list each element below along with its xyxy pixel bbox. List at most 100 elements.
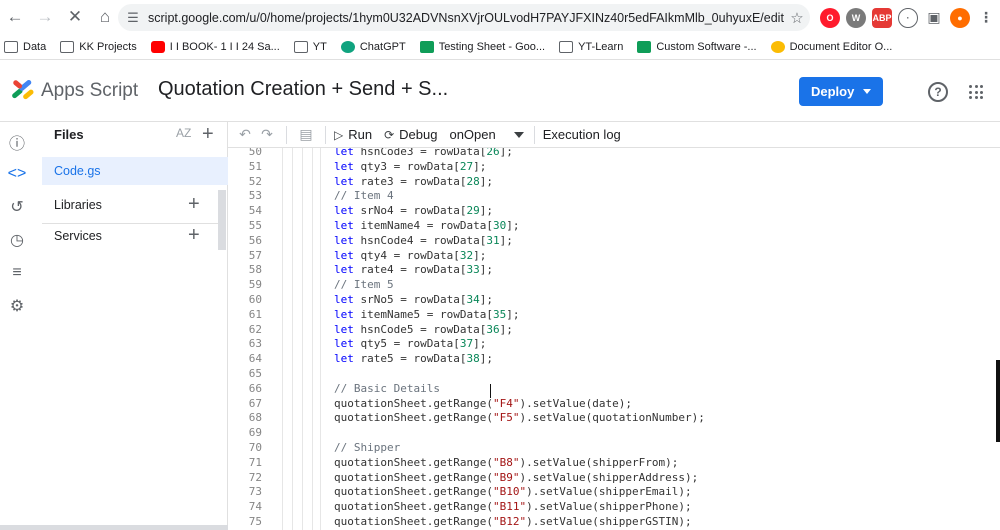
bookmark-yt-learn[interactable]: YT-Learn	[559, 40, 623, 53]
code-line[interactable]: 70 // Shipper	[228, 441, 1000, 456]
code-line[interactable]: 61 let itemName5 = rowData[35];	[228, 308, 1000, 323]
code-line[interactable]: 68 quotationSheet.getRange("F5").setValue…	[228, 411, 1000, 426]
profile-avatar-icon[interactable]: ●	[950, 7, 970, 28]
adblock-icon[interactable]: ABP	[872, 7, 892, 28]
files-scrollbar[interactable]	[218, 190, 226, 250]
home-icon[interactable]: ⌂	[90, 2, 120, 32]
forward-arrow-icon[interactable]: →	[30, 2, 60, 32]
file-item-code-gs[interactable]: Code.gs	[42, 157, 228, 185]
code-line[interactable]: 74 quotationSheet.getRange("B11").setValu…	[228, 500, 1000, 515]
code-line[interactable]: 62 let hsnCode5 = rowData[36];	[228, 323, 1000, 338]
execution-log-button[interactable]: Execution log	[543, 127, 621, 142]
overview-info-icon[interactable]: ⓘ	[0, 127, 34, 157]
settings-gear-icon[interactable]: ⚙	[0, 291, 34, 321]
editor-code-icon[interactable]: <>	[0, 159, 34, 189]
code-text[interactable]: let qty3 = rowData[27];	[334, 160, 486, 175]
code-line[interactable]: 60 let srNo5 = rowData[34];	[228, 293, 1000, 308]
extension-circle-icon[interactable]: ·	[898, 7, 918, 28]
code-text[interactable]: let hsnCode5 = rowData[36];	[334, 323, 513, 338]
code-line[interactable]: 52 let rate3 = rowData[28];	[228, 175, 1000, 190]
code-line[interactable]: 53 // Item 4	[228, 189, 1000, 204]
bookmark-document-editor[interactable]: Document Editor O...	[770, 40, 892, 53]
code-line[interactable]: 66 // Basic Details	[228, 382, 1000, 397]
code-text[interactable]: quotationSheet.getRange("F5").setValue(q…	[334, 411, 705, 426]
stop-loading-icon[interactable]: ✕	[60, 2, 90, 32]
site-info-icon[interactable]: ☰	[118, 10, 148, 26]
app-name[interactable]: Apps Script	[41, 80, 138, 102]
code-line[interactable]: 59 // Item 5	[228, 278, 1000, 293]
bookmark-custom-software[interactable]: Custom Software -...	[637, 40, 757, 53]
run-button[interactable]: ▷ Run	[334, 127, 372, 142]
libraries-label[interactable]: Libraries	[54, 198, 102, 212]
code-line[interactable]: 67 quotationSheet.getRange("F4").setValue…	[228, 397, 1000, 412]
code-line[interactable]: 71 quotationSheet.getRange("B8").setValue…	[228, 456, 1000, 471]
code-text[interactable]: let rate3 = rowData[28];	[334, 175, 493, 190]
code-text[interactable]: // Basic Details	[334, 382, 440, 397]
url-text[interactable]: script.google.com/u/0/home/projects/1hym…	[148, 11, 784, 25]
code-text[interactable]: quotationSheet.getRange("B12").setValue(…	[334, 515, 692, 530]
back-arrow-icon[interactable]: ←	[0, 2, 30, 32]
code-line[interactable]: 73 quotationSheet.getRange("B10").setValu…	[228, 485, 1000, 500]
code-line[interactable]: 63 let qty5 = rowData[37];	[228, 337, 1000, 352]
code-text[interactable]: // Item 4	[334, 189, 394, 204]
google-apps-icon[interactable]	[969, 85, 983, 99]
code-text[interactable]: quotationSheet.getRange("F4").setValue(d…	[334, 397, 632, 412]
wordpress-icon[interactable]: W	[846, 7, 866, 28]
code-text[interactable]: // Shipper	[334, 441, 400, 456]
address-bar[interactable]: ☰ script.google.com/u/0/home/projects/1h…	[118, 4, 810, 31]
function-select[interactable]: onOpen	[449, 127, 524, 142]
chrome-menu-icon[interactable]: ⋮	[976, 7, 996, 28]
code-line[interactable]: 65	[228, 367, 1000, 382]
bookmark-testing-sheet[interactable]: Testing Sheet - Goo...	[419, 40, 545, 53]
bookmark-book[interactable]: I I BOOK- 1 I I 24 Sa...	[150, 40, 280, 53]
code-line[interactable]: 57 let qty4 = rowData[32];	[228, 249, 1000, 264]
code-text[interactable]: let hsnCode4 = rowData[31];	[334, 234, 513, 249]
add-library-icon[interactable]: +	[188, 194, 200, 214]
code-text[interactable]: let rate4 = rowData[33];	[334, 263, 493, 278]
code-line[interactable]: 51 let qty3 = rowData[27];	[228, 160, 1000, 175]
code-line[interactable]: 75 quotationSheet.getRange("B12").setValu…	[228, 515, 1000, 530]
bookmark-yt[interactable]: YT	[293, 40, 327, 53]
code-line[interactable]: 72 quotationSheet.getRange("B9").setValue…	[228, 471, 1000, 486]
debug-button[interactable]: ⟳ Debug	[384, 127, 437, 142]
code-line[interactable]: 56 let hsnCode4 = rowData[31];	[228, 234, 1000, 249]
add-service-icon[interactable]: +	[188, 225, 200, 245]
code-text[interactable]: let srNo4 = rowData[29];	[334, 204, 493, 219]
project-title[interactable]: Quotation Creation + Send + S...	[158, 78, 448, 101]
apps-script-logo-icon[interactable]	[10, 79, 36, 103]
puzzle-extensions-icon[interactable]: ▣	[924, 7, 944, 28]
code-text[interactable]: quotationSheet.getRange("B11").setValue(…	[334, 500, 692, 515]
code-line[interactable]: 54 let srNo4 = rowData[29];	[228, 204, 1000, 219]
bookmark-chatgpt[interactable]: ChatGPT	[340, 40, 406, 53]
code-line[interactable]: 64 let rate5 = rowData[38];	[228, 352, 1000, 367]
code-text[interactable]: let itemName5 = rowData[35];	[334, 308, 519, 323]
code-text[interactable]: quotationSheet.getRange("B9").setValue(s…	[334, 471, 698, 486]
code-line[interactable]: 58 let rate4 = rowData[33];	[228, 263, 1000, 278]
code-text[interactable]: quotationSheet.getRange("B8").setValue(s…	[334, 456, 678, 471]
code-text[interactable]: // Item 5	[334, 278, 394, 293]
opera-icon[interactable]: O	[820, 7, 840, 28]
sort-files-icon[interactable]: AZ	[176, 126, 191, 140]
redo-icon[interactable]: ↷	[256, 126, 278, 143]
code-text[interactable]: let srNo5 = rowData[34];	[334, 293, 493, 308]
bookmark-kk-projects[interactable]: KK Projects	[60, 40, 137, 53]
code-text[interactable]: let hsnCode3 = rowData[26];	[334, 148, 513, 160]
bookmark-star-icon[interactable]: ☆	[784, 9, 810, 27]
services-label[interactable]: Services	[54, 229, 102, 243]
code-line[interactable]: 50 let hsnCode3 = rowData[26];	[228, 148, 1000, 160]
help-icon[interactable]: ?	[928, 82, 948, 102]
add-file-icon[interactable]: +	[202, 124, 214, 144]
code-text[interactable]: quotationSheet.getRange("B10").setValue(…	[334, 485, 692, 500]
executions-icon[interactable]: ≡	[0, 258, 34, 288]
code-line[interactable]: 55 let itemName4 = rowData[30];	[228, 219, 1000, 234]
undo-icon[interactable]: ↶	[234, 126, 256, 143]
code-line[interactable]: 69	[228, 426, 1000, 441]
triggers-alarm-icon[interactable]: ◷	[0, 225, 34, 255]
bottom-scrollbar[interactable]	[0, 525, 228, 530]
deploy-button[interactable]: Deploy	[799, 77, 883, 106]
code-text[interactable]: let itemName4 = rowData[30];	[334, 219, 519, 234]
code-text[interactable]: let qty4 = rowData[32];	[334, 249, 486, 264]
project-history-icon[interactable]: ↺	[0, 192, 34, 222]
code-editor[interactable]: 50 let hsnCode3 = rowData[26]; 51 let qty3 …	[228, 148, 1000, 530]
save-icon[interactable]: ▤	[295, 126, 317, 143]
